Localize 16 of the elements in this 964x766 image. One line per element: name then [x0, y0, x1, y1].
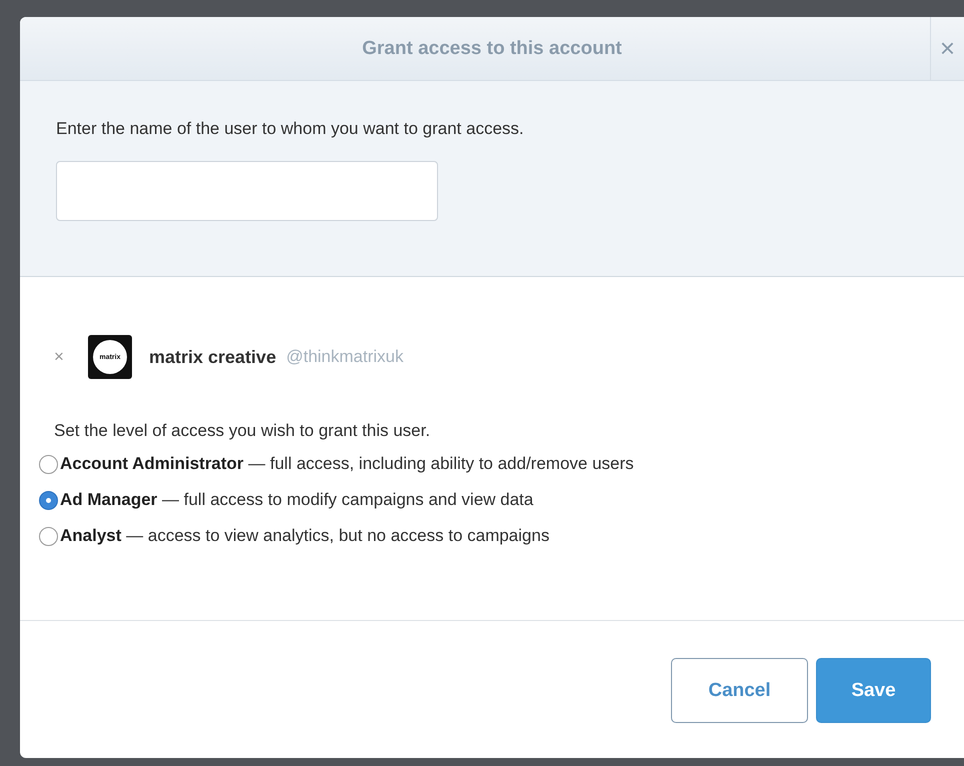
cancel-button[interactable]: Cancel [671, 658, 808, 723]
access-level-prompt: Set the level of access you wish to grant this user. [54, 421, 432, 441]
user-name-field[interactable] [56, 161, 438, 221]
role-option-label[interactable]: Account Administrator — full access, including ability to add/remove users [60, 454, 634, 474]
radio-button[interactable] [39, 454, 58, 474]
prompt-text: Enter the name of the user to whom you want to grant access. [56, 119, 525, 139]
user-name: matrix creative [149, 346, 276, 368]
radio-button[interactable] [39, 526, 58, 546]
dialog-title: Grant access to this account [361, 37, 623, 61]
radio-button[interactable] [39, 490, 58, 510]
role-option-label[interactable]: Ad Manager — full access to modify campaigns and view data [60, 490, 534, 510]
user-handle: @thinkmatrixuk [286, 347, 404, 367]
role-option-label[interactable]: Analyst — access to view analytics, but no access to campaigns [60, 526, 550, 546]
save-button[interactable]: Save [816, 658, 931, 723]
close-button[interactable]: × [930, 17, 964, 80]
remove-user-button[interactable]: × [54, 347, 88, 367]
